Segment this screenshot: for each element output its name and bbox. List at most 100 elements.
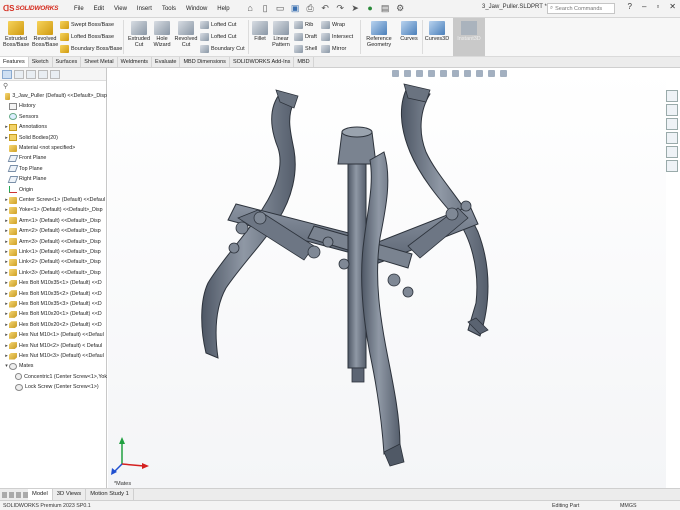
search-commands-input[interactable]: ⌕ Search Commands: [547, 3, 615, 14]
custom-properties-icon[interactable]: [666, 160, 678, 172]
feature-tree-item[interactable]: ▸ Center Screw<1> (Default) <<Defaul: [0, 195, 107, 205]
swept-boss-button[interactable]: Swept Boss/Base: [60, 20, 114, 30]
solidworks-logo[interactable]: ᗡS SOLIDWORKS: [3, 4, 61, 13]
expand-arrow-icon[interactable]: ▸: [4, 322, 9, 328]
revolved-cut-button[interactable]: Revolved Cut: [173, 21, 199, 48]
model-3d-jaw-puller[interactable]: [108, 68, 666, 488]
instant3d-button[interactable]: Instant3D: [453, 18, 485, 56]
extruded-cut-button[interactable]: Extruded Cut: [126, 21, 152, 48]
feature-tree-item[interactable]: Lock Screw (Center Screw<1>): [0, 382, 107, 392]
rebuild-icon[interactable]: ●: [365, 3, 376, 14]
feature-tree-item[interactable]: Right Plane: [0, 174, 107, 184]
menu-view[interactable]: View: [109, 6, 132, 12]
shell-button[interactable]: Shell: [294, 44, 317, 54]
feature-tree-item[interactable]: ▸ Hex Nut M10<3> (Default) <<Defaul: [0, 351, 107, 361]
curves3d-button[interactable]: Curves3D: [424, 21, 450, 42]
solidworks-resources-icon[interactable]: [666, 90, 678, 102]
dimxpert-tab-icon[interactable]: [38, 69, 48, 79]
swept-cut-button[interactable]: Lofted Cut: [200, 20, 236, 30]
feature-tree-item[interactable]: 3_Jaw_Puller (Default) <<Default>_Disp: [0, 91, 107, 101]
tab-weldments[interactable]: Weldments: [118, 57, 153, 67]
close-icon[interactable]: ✕: [669, 2, 676, 11]
feature-tree-item[interactable]: Material <not specified>: [0, 143, 107, 153]
feature-tree-item[interactable]: ▸ Hex Bolt M10x20<1> (Default) <<D: [0, 309, 107, 319]
expand-arrow-icon[interactable]: ▸: [4, 280, 9, 286]
tab-solidworks-add-ins[interactable]: SOLIDWORKS Add-Ins: [230, 57, 295, 67]
lofted-cut-button[interactable]: Lofted Cut: [200, 32, 236, 42]
filter-icon[interactable]: ⚲: [0, 81, 106, 91]
revolved-boss-button[interactable]: Revolved Boss/Base: [32, 21, 58, 48]
feature-tree-item[interactable]: ▸ Arm<1> (Default) <<Default>_Disp: [0, 216, 107, 226]
reference-geometry-button[interactable]: Reference Geometry: [362, 21, 396, 48]
feature-tree-item[interactable]: ▸ Yoke<1> (Default) <<Default>_Disp: [0, 205, 107, 215]
right-jaw-arm[interactable]: [400, 83, 489, 337]
boundary-boss-button[interactable]: Boundary Boss/Base: [60, 44, 122, 54]
feature-tree-item[interactable]: ▸ Hex Bolt M10x35<1> (Default) <<D: [0, 278, 107, 288]
tab-evaluate[interactable]: Evaluate: [152, 57, 181, 67]
help-icon[interactable]: ?: [628, 2, 632, 11]
menu-help[interactable]: Help: [212, 6, 234, 12]
next-tab-arrow-icon[interactable]: [16, 491, 21, 498]
minimize-icon[interactable]: –: [642, 2, 646, 11]
feature-tree-item[interactable]: ▸ Hex Bolt M10x35<2> (Default) <<D: [0, 289, 107, 299]
expand-arrow-icon[interactable]: ▸: [4, 311, 9, 317]
expand-arrow-icon[interactable]: ▸: [4, 291, 9, 297]
feature-tree-item[interactable]: ▸ Annotations: [0, 122, 107, 132]
feature-tree-item[interactable]: History: [0, 101, 107, 111]
tab-sheet-metal[interactable]: Sheet Metal: [81, 57, 118, 67]
redo-icon[interactable]: ↷: [335, 3, 346, 14]
first-tab-arrow-icon[interactable]: [2, 491, 7, 498]
fillet-button[interactable]: Fillet: [250, 21, 270, 42]
expand-arrow-icon[interactable]: ▸: [4, 343, 9, 349]
menu-tools[interactable]: Tools: [157, 6, 181, 12]
feature-tree-item[interactable]: ▸ Solid Bodies(20): [0, 133, 107, 143]
linear-pattern-button[interactable]: Linear Pattern: [270, 21, 292, 48]
open-icon[interactable]: ▭: [275, 3, 286, 14]
menu-file[interactable]: File: [69, 6, 89, 12]
tab-features[interactable]: Features: [0, 57, 29, 67]
feature-tree-item[interactable]: Origin: [0, 185, 107, 195]
tab-3d-views[interactable]: 3D Views: [53, 489, 87, 500]
feature-tree-item[interactable]: ▾ Mates: [0, 361, 107, 371]
feature-tree-item[interactable]: ▸ Hex Nut M10<2> (Default) < Defaul: [0, 341, 107, 351]
front-jaw-arm[interactable]: [361, 151, 405, 467]
expand-arrow-icon[interactable]: ▸: [4, 353, 9, 359]
home-icon[interactable]: ⌂: [245, 3, 256, 14]
status-units[interactable]: MMGS: [620, 503, 636, 509]
prev-tab-arrow-icon[interactable]: [9, 491, 14, 498]
tab-motion-study-1[interactable]: Motion Study 1: [86, 489, 134, 500]
menu-insert[interactable]: Insert: [132, 6, 157, 12]
tab-mbd[interactable]: MBD: [294, 57, 314, 67]
intersect-button[interactable]: Intersect: [321, 32, 353, 42]
display-manager-tab-icon[interactable]: [50, 69, 60, 79]
feature-tree-item[interactable]: Concentric1 (Center Screw<1>,Yok: [0, 372, 107, 382]
select-icon[interactable]: ➤: [350, 3, 361, 14]
feature-tree-item[interactable]: ▸ Link<3> (Default) <<Default>_Disp: [0, 268, 107, 278]
view-palette-icon[interactable]: [666, 132, 678, 144]
undo-icon[interactable]: ↶: [320, 3, 331, 14]
feature-tree-item[interactable]: Top Plane: [0, 164, 107, 174]
new-document-icon[interactable]: ▯: [260, 3, 271, 14]
property-manager-tab-icon[interactable]: [14, 69, 24, 79]
design-library-icon[interactable]: [666, 104, 678, 116]
feature-tree-item[interactable]: ▸ Hex Bolt M10x35<3> (Default) <<D: [0, 299, 107, 309]
tab-sketch[interactable]: Sketch: [29, 57, 53, 67]
feature-tree-item[interactable]: ▸ Link<2> (Default) <<Default>_Disp: [0, 257, 107, 267]
feature-tree-tab-icon[interactable]: [2, 69, 12, 79]
configuration-manager-tab-icon[interactable]: [26, 69, 36, 79]
boundary-cut-button[interactable]: Boundary Cut: [200, 44, 245, 54]
file-properties-icon[interactable]: ▤: [380, 3, 391, 14]
feature-tree-item[interactable]: ▸ Hex Nut M10<1> (Default) <<Defaul: [0, 330, 107, 340]
maximize-icon[interactable]: ▫: [656, 2, 659, 11]
expand-arrow-icon[interactable]: ▸: [4, 301, 9, 307]
feature-tree-item[interactable]: ▸ Arm<3> (Default) <<Default>_Disp: [0, 237, 107, 247]
feature-tree-item[interactable]: ▸ Link<1> (Default) <<Default>_Disp: [0, 247, 107, 257]
draft-button[interactable]: Draft: [294, 32, 317, 42]
mirror-button[interactable]: Mirror: [321, 44, 346, 54]
save-icon[interactable]: ▣: [290, 3, 301, 14]
tab-mbd-dimensions[interactable]: MBD Dimensions: [180, 57, 230, 67]
feature-tree-item[interactable]: Sensors: [0, 112, 107, 122]
appearances-icon[interactable]: [666, 146, 678, 158]
curves-button[interactable]: Curves: [398, 21, 420, 42]
extruded-boss-button[interactable]: Extruded Boss/Base: [3, 21, 29, 48]
